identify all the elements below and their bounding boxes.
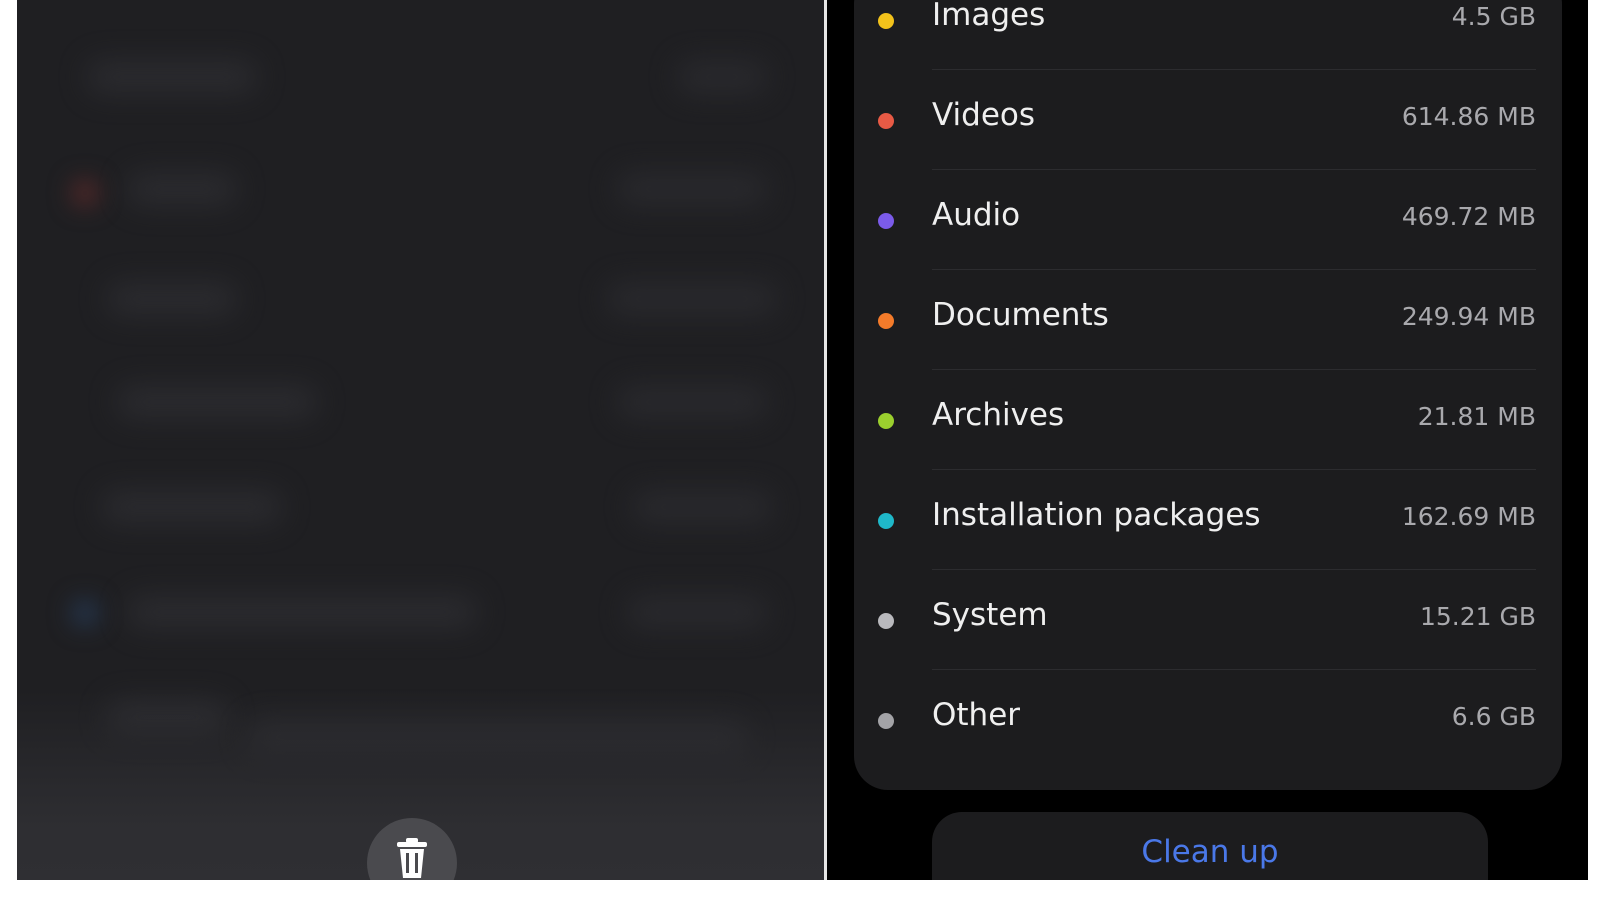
category-size: 249.94 MB <box>1401 302 1536 331</box>
storage-row-archives[interactable]: Archives 21.81 MB <box>854 370 1562 470</box>
color-dot <box>878 313 894 329</box>
blurred-background-pane <box>17 0 824 880</box>
category-size: 469.72 MB <box>1401 202 1536 231</box>
storage-row-other[interactable]: Other 6.6 GB <box>854 670 1562 770</box>
blurred-placeholder <box>72 600 98 626</box>
category-label: Archives <box>932 397 1065 433</box>
storage-row-documents[interactable]: Documents 249.94 MB <box>854 270 1562 370</box>
blurred-placeholder <box>677 60 767 94</box>
blurred-placeholder <box>607 282 777 316</box>
storage-category-card: Images 4.5 GB Videos 614.86 MB Audio 469… <box>854 0 1562 790</box>
blurred-placeholder <box>127 172 237 206</box>
category-size: 4.5 GB <box>1451 2 1536 31</box>
storage-row-videos[interactable]: Videos 614.86 MB <box>854 70 1562 170</box>
category-label: Videos <box>932 97 1036 133</box>
category-label: Documents <box>932 297 1109 333</box>
storage-row-images[interactable]: Images 4.5 GB <box>854 0 1562 70</box>
color-dot <box>878 513 894 529</box>
category-size: 21.81 MB <box>1417 402 1536 431</box>
blurred-placeholder <box>87 60 257 94</box>
blurred-placeholder <box>627 595 767 629</box>
color-dot <box>878 13 894 29</box>
clean-up-button[interactable]: Clean up <box>932 812 1488 880</box>
category-size: 162.69 MB <box>1401 502 1536 531</box>
blurred-placeholder <box>617 172 767 206</box>
color-dot <box>878 113 894 129</box>
category-label: System <box>932 597 1048 633</box>
storage-row-audio[interactable]: Audio 469.72 MB <box>854 170 1562 270</box>
storage-pane: Images 4.5 GB Videos 614.86 MB Audio 469… <box>827 0 1588 880</box>
image-bottom-margin <box>0 880 1600 900</box>
blurred-placeholder <box>102 490 282 524</box>
category-size: 614.86 MB <box>1401 102 1536 131</box>
trash-icon <box>397 838 427 878</box>
color-dot <box>878 213 894 229</box>
category-label: Images <box>932 0 1046 33</box>
storage-row-installation-packages[interactable]: Installation packages 162.69 MB <box>854 470 1562 570</box>
color-dot <box>878 413 894 429</box>
category-size: 15.21 GB <box>1419 602 1536 631</box>
color-dot <box>878 613 894 629</box>
blurred-placeholder <box>127 595 477 629</box>
screenshot-frame: Images 4.5 GB Videos 614.86 MB Audio 469… <box>17 0 1588 880</box>
blurred-placeholder <box>632 490 772 524</box>
category-size: 6.6 GB <box>1451 702 1536 731</box>
blurred-placeholder <box>107 282 237 316</box>
blurred-placeholder <box>117 385 317 419</box>
blurred-placeholder <box>72 180 98 206</box>
color-dot <box>878 713 894 729</box>
category-label: Installation packages <box>932 497 1261 533</box>
category-label: Audio <box>932 197 1021 233</box>
category-label: Other <box>932 697 1021 733</box>
blurred-placeholder <box>617 385 767 419</box>
storage-row-system[interactable]: System 15.21 GB <box>854 570 1562 670</box>
